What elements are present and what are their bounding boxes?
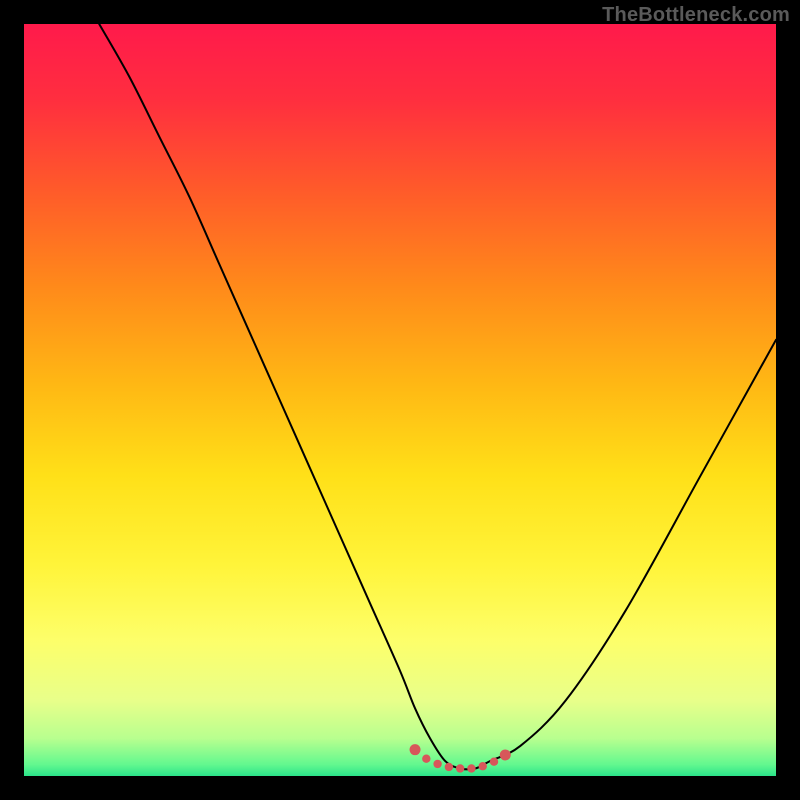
optimal-marker [500, 749, 511, 760]
optimal-marker [433, 760, 441, 768]
optimal-marker [467, 764, 475, 772]
gradient-background [24, 24, 776, 776]
optimal-marker [410, 744, 421, 755]
chart-frame: TheBottleneck.com [0, 0, 800, 800]
optimal-marker [445, 763, 453, 771]
chart-svg [24, 24, 776, 776]
plot-area [24, 24, 776, 776]
optimal-marker [422, 755, 430, 763]
optimal-marker [456, 764, 464, 772]
optimal-marker [479, 762, 487, 770]
watermark-text: TheBottleneck.com [602, 4, 790, 27]
optimal-marker [490, 758, 498, 766]
